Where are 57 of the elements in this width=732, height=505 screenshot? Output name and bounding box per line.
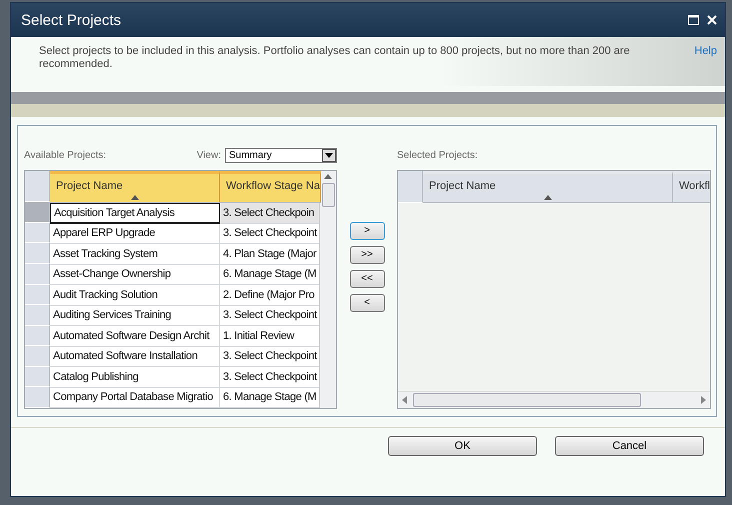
close-icon[interactable] (707, 15, 717, 25)
column-header[interactable]: Workflow Stage Na (220, 171, 321, 203)
scroll-up-icon[interactable] (324, 174, 332, 179)
description-text: Select projects to be included in this analysis. Portfolio analyses can contain up to 800 projects, but no more than 200 are recommended. (39, 45, 631, 72)
row-header[interactable] (25, 222, 50, 244)
view-label: View: (196, 150, 221, 160)
column-header[interactable]: Workfl (673, 171, 710, 203)
grid-corner-cell (25, 171, 50, 202)
sort-arrow-icon (130, 195, 138, 200)
row-header[interactable] (25, 284, 50, 306)
row-header[interactable] (25, 264, 50, 285)
table-cell[interactable]: Apparel ERP Upgrade (50, 224, 220, 244)
move-button[interactable]: >> (350, 246, 384, 264)
sort-arrow-icon (544, 195, 552, 200)
move-button[interactable]: > (350, 222, 384, 240)
dialog-button[interactable]: Cancel (555, 436, 704, 456)
caret-icon (325, 152, 333, 158)
table-cell[interactable]: Company Portal Database Migratio (50, 388, 220, 408)
column-header[interactable]: Project Name (423, 171, 673, 203)
column-header[interactable]: Project Name (50, 171, 220, 203)
row-header[interactable] (25, 346, 50, 367)
maximize-icon[interactable] (688, 15, 699, 25)
table-cell[interactable]: Auditing Services Training (50, 306, 220, 326)
row-header[interactable] (25, 326, 50, 346)
scroll-left-icon[interactable] (402, 396, 407, 404)
move-button[interactable]: << (350, 270, 384, 288)
horizontal-scrollbar[interactable] (398, 391, 710, 408)
table-cell[interactable]: Audit Tracking Solution (50, 285, 220, 306)
table-cell[interactable]: 3. Select Checkpoint (220, 346, 321, 367)
table-cell[interactable]: 6. Manage Stage (M (220, 388, 321, 408)
move-button[interactable]: < (350, 294, 384, 312)
table-cell[interactable]: Asset-Change Ownership (50, 264, 220, 285)
window-title: Select Projects (21, 12, 122, 28)
row-header[interactable] (25, 387, 50, 408)
table-cell[interactable]: Asset Tracking System (50, 244, 220, 264)
dialog-button[interactable]: OK (388, 436, 537, 456)
table-cell[interactable]: 6. Manage Stage (M (220, 264, 321, 285)
grid-corner-cell (398, 171, 423, 203)
selected-projects-label: Selected Projects: (397, 150, 478, 160)
scrollbar-thumb[interactable] (322, 183, 334, 207)
table-cell[interactable]: 3. Select Checkpoint (220, 224, 321, 244)
view-dropdown[interactable]: Summary (225, 148, 337, 162)
table-cell[interactable]: 3. Select Checkpoin (220, 203, 321, 224)
help-link[interactable]: Help (694, 45, 717, 86)
row-header[interactable] (25, 202, 50, 223)
vertical-scrollbar[interactable] (319, 171, 336, 408)
table-cell[interactable]: Catalog Publishing (50, 367, 220, 388)
row-header[interactable] (25, 366, 50, 388)
row-header[interactable] (25, 305, 50, 326)
table-cell[interactable]: Acquisition Target Analysis (50, 203, 220, 224)
scroll-right-icon[interactable] (701, 396, 706, 404)
table-cell[interactable]: Automated Software Design Archit (50, 326, 220, 346)
row-header[interactable] (25, 243, 50, 264)
table-cell[interactable]: Automated Software Installation (50, 346, 220, 367)
table-cell[interactable]: 3. Select Checkpoint (220, 306, 321, 326)
scrollbar-thumb[interactable] (413, 393, 641, 407)
available-projects-label: Available Projects: (24, 150, 106, 160)
